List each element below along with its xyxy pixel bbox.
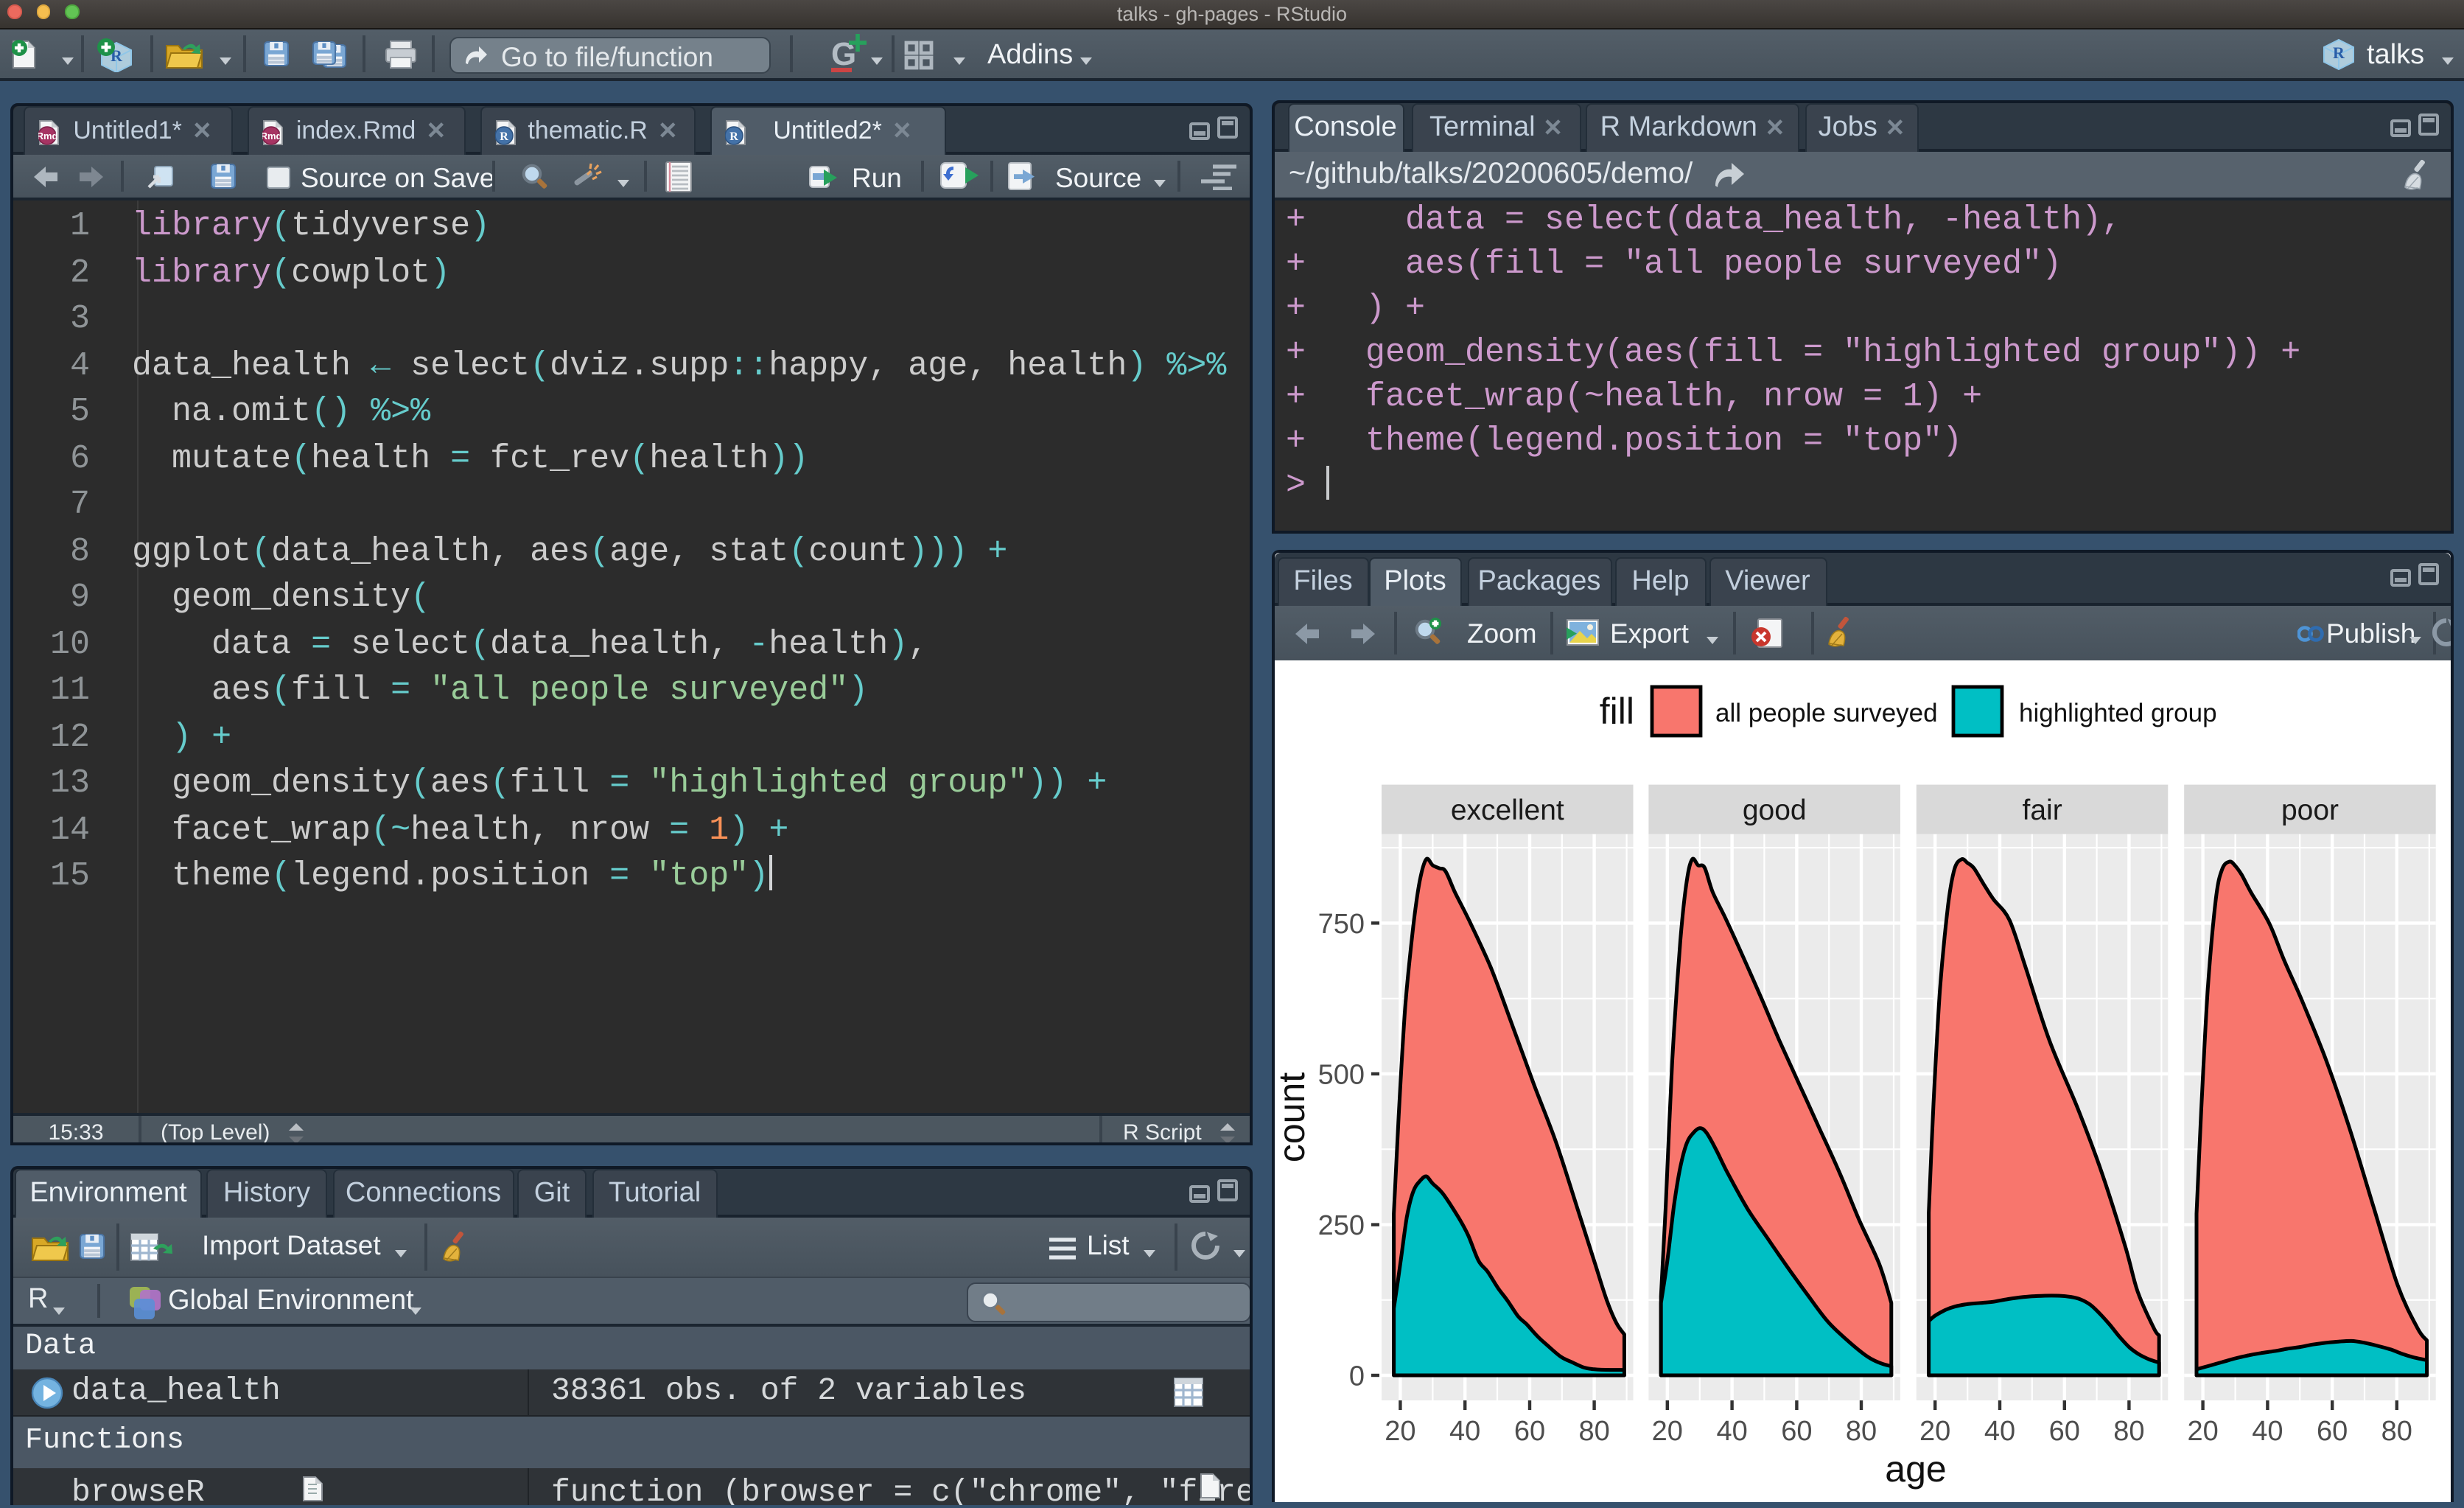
- svg-text:80: 80: [1846, 1415, 1877, 1446]
- svg-text:fair: fair: [2023, 794, 2062, 825]
- svg-text:60: 60: [1514, 1415, 1545, 1446]
- svg-text:highlighted group: highlighted group: [2019, 698, 2217, 727]
- svg-text:40: 40: [1984, 1415, 2015, 1446]
- svg-text:80: 80: [2381, 1415, 2412, 1446]
- svg-text:R: R: [500, 130, 508, 143]
- svg-text:250: 250: [1318, 1209, 1365, 1240]
- svg-text:Rmd: Rmd: [38, 130, 57, 142]
- svg-text:60: 60: [1781, 1415, 1812, 1446]
- svg-text:R: R: [729, 130, 738, 143]
- svg-text:20: 20: [1652, 1415, 1683, 1446]
- svg-text:excellent: excellent: [1451, 794, 1564, 825]
- svg-text:60: 60: [2049, 1415, 2080, 1446]
- svg-text:750: 750: [1318, 908, 1365, 939]
- svg-text:age: age: [1885, 1448, 1946, 1489]
- svg-text:poor: poor: [2281, 794, 2339, 825]
- svg-text:all people surveyed: all people surveyed: [1715, 698, 1938, 727]
- svg-text:20: 20: [1919, 1415, 1950, 1446]
- svg-text:500: 500: [1318, 1059, 1365, 1090]
- svg-text:Rmd: Rmd: [262, 130, 281, 142]
- svg-text:80: 80: [2113, 1415, 2144, 1446]
- svg-text:fill: fill: [1600, 690, 1634, 731]
- svg-text:0: 0: [1349, 1361, 1365, 1392]
- svg-text:R: R: [2333, 43, 2345, 62]
- svg-text:20: 20: [2187, 1415, 2218, 1446]
- svg-text:80: 80: [1578, 1415, 1609, 1446]
- svg-text:40: 40: [1449, 1415, 1480, 1446]
- svg-text:40: 40: [2252, 1415, 2283, 1446]
- svg-text:40: 40: [1716, 1415, 1747, 1446]
- svg-text:60: 60: [2317, 1415, 2348, 1446]
- svg-text:good: good: [1743, 794, 1807, 825]
- svg-text:20: 20: [1385, 1415, 1415, 1446]
- svg-text:count: count: [1272, 1072, 1312, 1162]
